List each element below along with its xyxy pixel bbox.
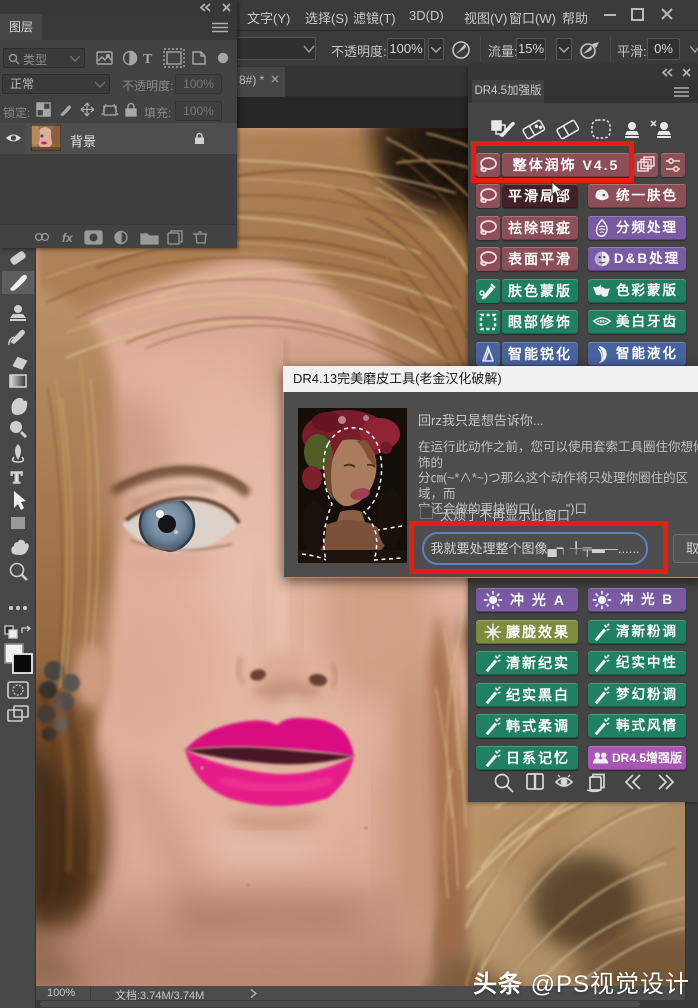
svg-text:fx: fx bbox=[62, 231, 74, 245]
svg-text:T: T bbox=[11, 468, 23, 487]
svg-text:T: T bbox=[143, 52, 153, 67]
